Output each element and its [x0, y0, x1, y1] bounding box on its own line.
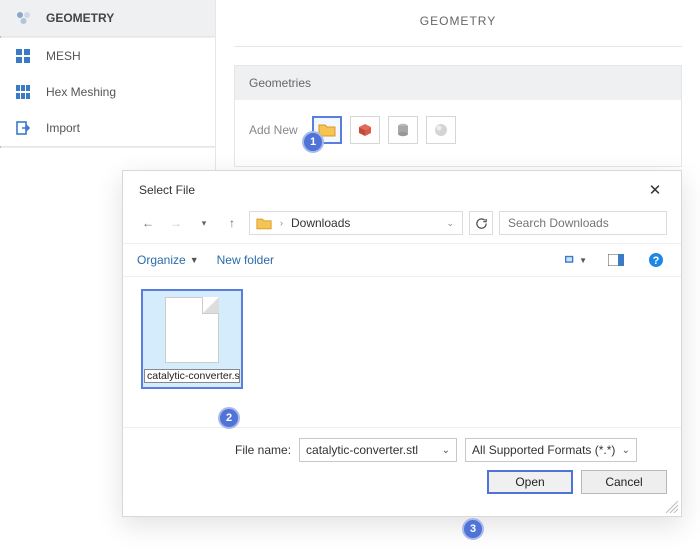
sidebar-item-hex-meshing[interactable]: Hex Meshing: [0, 74, 215, 110]
preview-pane-icon: [608, 254, 624, 266]
cube-icon: [358, 123, 372, 137]
cylinder-icon: [397, 123, 409, 137]
filter-combo[interactable]: All Supported Formats (*.*) ⌄: [465, 438, 637, 462]
address-bar[interactable]: › Downloads ⌄: [249, 211, 463, 235]
dialog-toolbar: Organize ▼ New folder ▼ ?: [123, 243, 681, 277]
svg-text:?: ?: [653, 255, 660, 267]
chevron-down-icon: ⌄: [442, 445, 450, 456]
add-sphere-button[interactable]: [426, 116, 456, 144]
arrow-up-icon: ↑: [229, 216, 235, 230]
hex-icon: [14, 83, 32, 101]
new-folder-button[interactable]: New folder: [217, 253, 274, 267]
organize-label: Organize: [137, 253, 186, 267]
panel-header: Geometries: [235, 66, 681, 100]
back-button[interactable]: ←: [137, 212, 159, 234]
search-box[interactable]: [499, 211, 667, 235]
file-icon: [165, 297, 219, 363]
open-button[interactable]: Open: [487, 470, 573, 494]
view-mode-button[interactable]: ▼: [565, 250, 587, 270]
main-panel: GEOMETRY Geometries Add New: [215, 0, 700, 185]
cancel-label: Cancel: [605, 475, 642, 489]
sidebar-item-mesh[interactable]: MESH: [0, 38, 215, 74]
sidebar-item-label: MESH: [46, 49, 81, 63]
refresh-button[interactable]: [469, 211, 493, 235]
callout-1: 1: [302, 131, 324, 153]
cancel-button[interactable]: Cancel: [581, 470, 667, 494]
arrow-right-icon: →: [170, 216, 182, 230]
new-folder-label: New folder: [217, 253, 274, 267]
mesh-icon: [14, 47, 32, 65]
folder-icon: [256, 217, 272, 230]
dialog-titlebar: Select File ✕: [123, 171, 681, 207]
filename-value: catalytic-converter.stl: [306, 443, 418, 457]
address-segment[interactable]: Downloads: [291, 216, 350, 230]
add-new-buttons: [312, 116, 456, 144]
callout-3: 3: [462, 518, 484, 540]
resize-grip-icon[interactable]: [666, 501, 678, 513]
chevron-down-icon: ⌄: [622, 445, 630, 456]
import-icon: [14, 119, 32, 137]
file-label: catalytic-converter.stl: [144, 369, 240, 383]
thumbnails-icon: [565, 253, 576, 267]
close-icon: ✕: [649, 181, 662, 199]
filter-value: All Supported Formats (*.*): [472, 443, 615, 457]
sidebar-item-import[interactable]: Import: [0, 110, 215, 146]
geometries-panel: Geometries Add New: [234, 65, 682, 167]
filename-row: File name: catalytic-converter.stl ⌄ All…: [137, 438, 667, 462]
help-icon: ?: [648, 252, 664, 268]
search-input[interactable]: [506, 215, 665, 231]
sidebar-item-label: Import: [46, 121, 80, 135]
recent-locations-button[interactable]: ▾: [193, 212, 215, 234]
refresh-icon: [475, 217, 488, 230]
preview-pane-button[interactable]: [605, 250, 627, 270]
sidebar: GEOMETRY MESH Hex Meshing Import: [0, 0, 215, 148]
chevron-down-icon[interactable]: ⌄: [444, 218, 456, 229]
filename-label: File name:: [235, 443, 291, 457]
open-label: Open: [515, 475, 544, 489]
sidebar-item-label: Hex Meshing: [46, 85, 116, 99]
chevron-down-icon: ▼: [190, 255, 199, 265]
panel-body: Add New: [235, 100, 681, 166]
sidebar-item-geometry[interactable]: GEOMETRY: [0, 0, 215, 36]
callout-2: 2: [218, 407, 240, 429]
filename-combo[interactable]: catalytic-converter.stl ⌄: [299, 438, 457, 462]
chevron-down-icon: ▾: [202, 218, 207, 229]
dialog-bottom: File name: catalytic-converter.stl ⌄ All…: [123, 427, 681, 516]
add-cylinder-button[interactable]: [388, 116, 418, 144]
dialog-nav: ← → ▾ ↑ › Downloads ⌄: [123, 207, 681, 243]
chevron-right-icon: ›: [278, 218, 285, 228]
add-new-label: Add New: [249, 123, 298, 137]
organize-button[interactable]: Organize ▼: [137, 253, 199, 267]
dialog-title: Select File: [139, 183, 195, 197]
sidebar-item-label: GEOMETRY: [46, 11, 114, 25]
close-button[interactable]: ✕: [641, 179, 669, 201]
up-button[interactable]: ↑: [221, 212, 243, 234]
file-list[interactable]: catalytic-converter.stl: [123, 277, 681, 427]
page-title: GEOMETRY: [234, 0, 682, 47]
file-item[interactable]: catalytic-converter.stl: [141, 289, 243, 389]
button-row: Open Cancel: [137, 470, 667, 494]
sidebar-separator: [0, 146, 215, 148]
add-cube-button[interactable]: [350, 116, 380, 144]
arrow-left-icon: ←: [142, 216, 154, 230]
file-dialog: Select File ✕ ← → ▾ ↑ › Downloads ⌄ Orga…: [122, 170, 682, 517]
sphere-icon: [434, 123, 448, 137]
forward-button[interactable]: →: [165, 212, 187, 234]
geometry-icon: [14, 9, 32, 27]
chevron-down-icon: ▼: [579, 256, 587, 265]
help-button[interactable]: ?: [645, 250, 667, 270]
